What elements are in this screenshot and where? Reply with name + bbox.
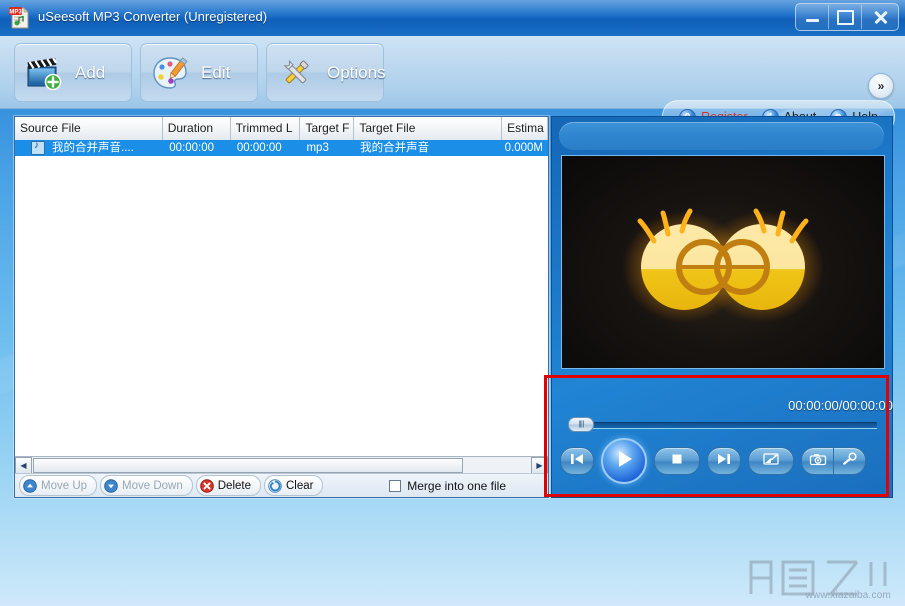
maximize-button[interactable] xyxy=(829,5,862,29)
xiazaiba-logo: www.xiazaiba.com xyxy=(741,548,901,604)
options-button-label: Options xyxy=(327,63,386,83)
video-preview-area[interactable] xyxy=(561,155,885,369)
file-list-header: Source File Duration Trimmed L Target F … xyxy=(15,117,548,141)
file-list-panel: Source File Duration Trimmed L Target F … xyxy=(14,116,549,498)
clear-button[interactable]: Clear xyxy=(264,475,323,496)
cell-source-file: 我的合并声音.... xyxy=(47,140,164,156)
chevron-double-right-icon: » xyxy=(878,79,885,93)
minimize-button[interactable] xyxy=(796,5,829,29)
scroll-right-button[interactable]: ▶ xyxy=(531,457,548,474)
window-title: uSeesoft MP3 Converter (Unregistered) xyxy=(38,9,267,24)
column-header-source-file[interactable]: Source File xyxy=(15,117,163,140)
list-action-bar: Move Up Move Down Del xyxy=(15,473,549,497)
move-up-label: Move Up xyxy=(41,480,87,492)
add-button[interactable]: Add xyxy=(14,43,132,102)
horizontal-scrollbar[interactable]: ◀ ▶ xyxy=(15,456,548,474)
magnifier-icon xyxy=(841,452,859,471)
volume-icon xyxy=(762,452,780,471)
checkbox-box[interactable] xyxy=(389,480,401,492)
cell-target-format: mp3 xyxy=(301,140,355,156)
player-controls xyxy=(560,441,880,481)
merge-label: Merge into one file xyxy=(407,479,506,493)
seek-track[interactable] xyxy=(574,422,877,429)
snapshot-group xyxy=(801,447,866,475)
add-clapperboard-icon xyxy=(25,54,63,92)
merge-into-one-file-checkbox[interactable]: Merge into one file xyxy=(389,479,506,493)
next-button[interactable] xyxy=(707,447,741,475)
arrow-down-circle-icon xyxy=(104,479,118,493)
delete-button[interactable]: Delete xyxy=(196,475,261,496)
scroll-left-button[interactable]: ◀ xyxy=(15,457,32,474)
watermark-url: www.xiazaiba.com xyxy=(806,590,891,601)
close-icon xyxy=(873,10,888,25)
edit-button-label: Edit xyxy=(201,63,230,83)
options-button[interactable]: Options xyxy=(266,43,384,102)
clear-label: Clear xyxy=(286,480,313,492)
cell-duration: 00:00:00 xyxy=(164,140,232,156)
close-button[interactable] xyxy=(862,5,898,29)
minimize-icon xyxy=(806,19,819,22)
useesoft-eyes-logo xyxy=(618,197,828,327)
volume-button[interactable] xyxy=(748,447,794,475)
delete-label: Delete xyxy=(218,480,251,492)
delete-x-circle-icon xyxy=(200,479,214,493)
options-tools-icon xyxy=(277,54,315,92)
column-header-trimmed-length[interactable]: Trimmed L xyxy=(231,117,301,140)
maximize-icon xyxy=(837,10,854,25)
stop-button[interactable] xyxy=(654,447,700,475)
file-list-rows: 我的合并声音.... 00:00:00 00:00:00 mp3 我的合并声音 … xyxy=(15,140,548,474)
settings-area: Profile: MP3 - MPEG Layer-3 Audio(*.mp3)… xyxy=(0,500,905,606)
snapshot-folder-button[interactable] xyxy=(834,448,865,474)
play-icon xyxy=(613,448,635,475)
move-up-button[interactable]: Move Up xyxy=(19,475,97,496)
playback-time-display: 00:00:00/00:00:00 xyxy=(788,398,893,413)
edit-button[interactable]: Edit xyxy=(140,43,258,102)
skip-previous-icon xyxy=(568,452,586,471)
cell-trimmed-length: 00:00:00 xyxy=(232,140,302,156)
svg-text:MP3: MP3 xyxy=(9,9,22,15)
skip-next-icon xyxy=(715,452,733,471)
clear-recycle-icon xyxy=(268,479,282,493)
move-down-button[interactable]: Move Down xyxy=(100,475,193,496)
mp3-file-icon: MP3 xyxy=(8,6,32,30)
column-header-target-file[interactable]: Target File xyxy=(354,117,502,140)
add-button-label: Add xyxy=(75,63,105,83)
window-controls xyxy=(795,3,899,31)
stop-icon xyxy=(670,452,684,471)
column-header-estimated-size[interactable]: Estima xyxy=(502,117,548,140)
play-button[interactable] xyxy=(601,438,647,484)
audio-file-icon xyxy=(31,141,45,155)
previous-button[interactable] xyxy=(560,447,594,475)
table-row[interactable]: 我的合并声音.... 00:00:00 00:00:00 mp3 我的合并声音 … xyxy=(15,140,548,156)
cell-target-file: 我的合并声音 xyxy=(355,140,502,156)
expand-toolbar-button[interactable]: » xyxy=(868,73,894,99)
camera-icon xyxy=(809,452,827,471)
toolbar: Add Edit xyxy=(0,36,905,109)
scrollbar-thumb[interactable] xyxy=(33,458,463,473)
application-window: MP3 uSeesoft MP3 Converter (Unregistered… xyxy=(0,0,905,606)
snapshot-button[interactable] xyxy=(802,448,834,474)
column-header-target-format[interactable]: Target F xyxy=(300,117,354,140)
title-bar: MP3 uSeesoft MP3 Converter (Unregistered… xyxy=(0,0,905,37)
edit-palette-icon xyxy=(151,54,189,92)
arrow-up-circle-icon xyxy=(23,479,37,493)
preview-top-bar xyxy=(559,122,884,150)
cell-estimated-size: 0.000M xyxy=(502,140,548,156)
column-header-duration[interactable]: Duration xyxy=(163,117,231,140)
move-down-label: Move Down xyxy=(122,480,183,492)
seek-thumb[interactable]: |||| xyxy=(568,417,594,432)
seek-bar[interactable]: |||| xyxy=(560,417,880,431)
